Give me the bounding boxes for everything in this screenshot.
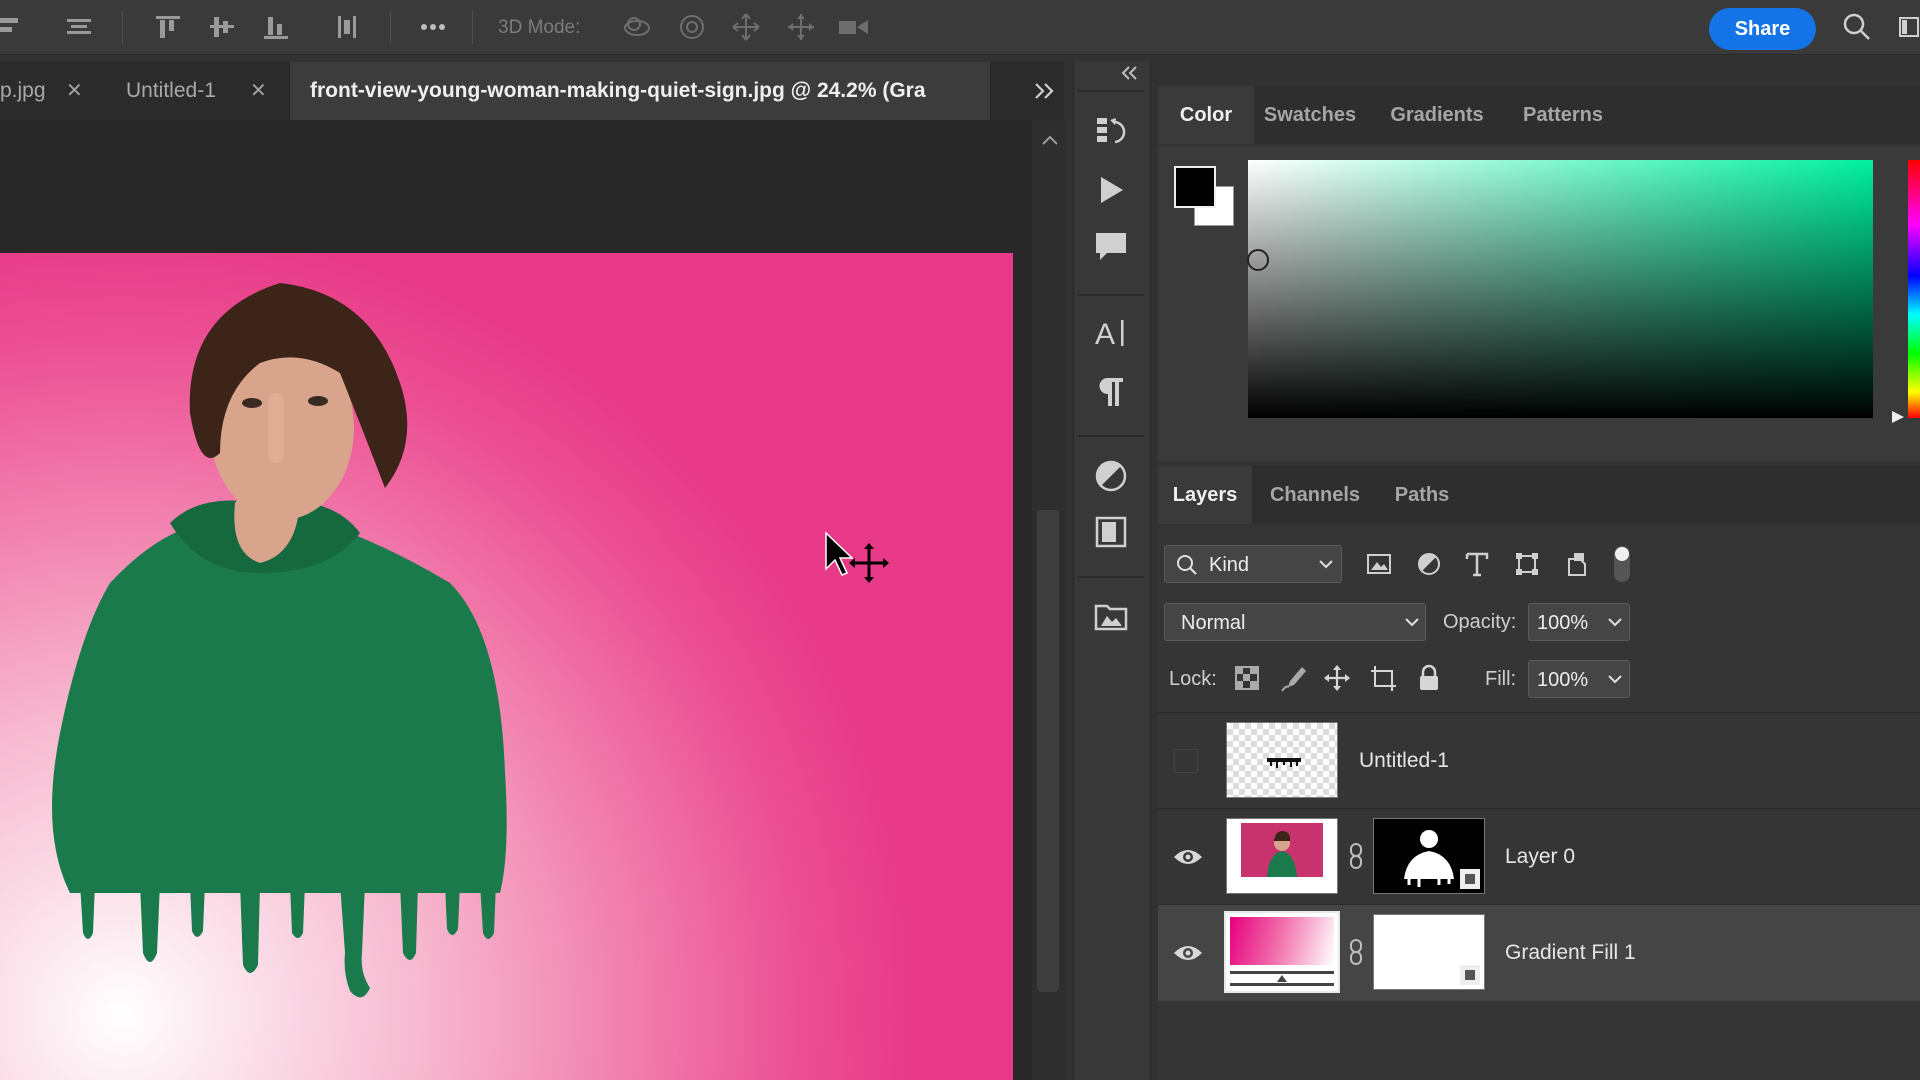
doc-tab-active[interactable]: front-view-young-woman-making-quiet-sign… (290, 62, 990, 120)
opacity-value: 100% (1537, 612, 1589, 634)
align-vertical-center-icon[interactable] (207, 12, 237, 42)
color-panel-tabs: Color Swatches Gradients Patterns (1158, 86, 1920, 144)
layer-name[interactable]: Gradient Fill 1 (1505, 941, 1636, 965)
eye-icon[interactable] (1173, 943, 1203, 963)
visibility-toggle-off[interactable] (1174, 749, 1198, 773)
layer-row-untitled-1[interactable]: Untitled-1 (1158, 712, 1920, 809)
more-icon[interactable] (418, 12, 448, 42)
roll-3d-icon[interactable] (677, 12, 707, 42)
foreground-color-swatch[interactable] (1174, 166, 1216, 208)
libraries-icon[interactable] (1093, 598, 1129, 634)
link-icon[interactable] (1348, 841, 1364, 871)
doc-tab-untitled-1[interactable]: Untitled-1 ✕ (108, 62, 288, 120)
chevron-down-icon (1404, 615, 1420, 629)
opacity-label: Opacity: (1443, 611, 1517, 633)
tab-paths[interactable]: Paths (1380, 466, 1464, 524)
blend-mode-value: Normal (1181, 612, 1246, 634)
layer-row-gradient-fill-1[interactable]: Gradient Fill 1 (1158, 904, 1920, 1001)
search-icon[interactable] (1842, 12, 1872, 42)
search-icon (1176, 554, 1198, 576)
layer-name[interactable]: Layer 0 (1505, 845, 1575, 869)
layers-panel-tabs: Layers Channels Paths (1158, 466, 1920, 524)
chevron-down-icon[interactable] (1607, 672, 1623, 686)
properties-icon[interactable] (1093, 514, 1129, 550)
tab-patterns[interactable]: Patterns (1508, 86, 1618, 144)
close-icon[interactable]: ✕ (66, 62, 83, 120)
lock-artboard-icon[interactable] (1368, 663, 1398, 693)
hue-slider-handle-icon[interactable] (1890, 409, 1906, 425)
actions-play-icon[interactable] (1093, 172, 1129, 208)
filter-shape-icon[interactable] (1512, 549, 1542, 579)
lock-image-pixels-icon[interactable] (1278, 663, 1308, 693)
more-tabs-icon[interactable] (1030, 76, 1060, 106)
orbit-3d-icon[interactable] (622, 12, 652, 42)
doc-tab-label: p.jpg (0, 79, 46, 102)
fill-value: 100% (1537, 669, 1589, 691)
lock-all-icon[interactable] (1414, 663, 1444, 693)
align-horizontal-center-icon[interactable] (64, 12, 94, 42)
blend-mode-select[interactable]: Normal (1164, 603, 1426, 641)
layer-mask-thumbnail[interactable] (1373, 818, 1485, 894)
collapse-panels-icon[interactable] (1119, 62, 1141, 84)
lock-transparent-pixels-icon[interactable] (1232, 663, 1262, 693)
move-cursor-icon (822, 531, 892, 591)
distribute-icon[interactable] (332, 12, 362, 42)
doc-tab-label: Untitled-1 (126, 79, 216, 102)
chevron-down-icon[interactable] (1607, 615, 1623, 629)
workspace-icon[interactable] (1898, 12, 1920, 42)
fill-label: Fill: (1485, 668, 1517, 690)
filter-type-icon[interactable] (1462, 549, 1492, 579)
tab-channels[interactable]: Channels (1258, 466, 1372, 524)
3d-mode-label: 3D Mode: (498, 17, 581, 38)
woman-image (52, 283, 507, 998)
color-picker-field[interactable] (1248, 160, 1873, 418)
panel-icon-strip (1073, 62, 1151, 1080)
align-bottom-icon[interactable] (261, 12, 291, 42)
layer-row-layer-0[interactable]: Layer 0 (1158, 808, 1920, 905)
layer-thumbnail[interactable] (1224, 911, 1340, 993)
link-icon[interactable] (1348, 937, 1364, 967)
comments-icon[interactable] (1093, 228, 1129, 264)
tab-swatches[interactable]: Swatches (1260, 86, 1360, 144)
lock-label: Lock: (1169, 668, 1217, 690)
close-icon[interactable]: ✕ (250, 62, 267, 120)
filter-toggle[interactable] (1614, 546, 1630, 582)
tab-layers[interactable]: Layers (1158, 466, 1252, 524)
doc-tab-label: front-view-young-woman-making-quiet-sign… (310, 79, 926, 102)
slide-3d-icon[interactable] (786, 12, 816, 42)
drag-3d-icon[interactable] (731, 12, 761, 42)
layer-thumbnail[interactable] (1226, 722, 1338, 798)
layer-thumbnail[interactable] (1226, 818, 1338, 894)
hue-slider[interactable] (1908, 160, 1920, 418)
eye-icon[interactable] (1173, 847, 1203, 867)
adjustments-icon[interactable] (1093, 458, 1129, 494)
chevron-down-icon (1318, 557, 1334, 571)
history-icon[interactable] (1093, 112, 1129, 148)
filter-smart-object-icon[interactable] (1562, 549, 1592, 579)
document-canvas[interactable] (0, 253, 1013, 1080)
svg-text:A: A (1095, 318, 1115, 350)
filter-kind-value: Kind (1209, 554, 1250, 576)
tab-color[interactable]: Color (1158, 86, 1254, 144)
scale-3d-icon[interactable] (838, 12, 868, 42)
lock-position-icon[interactable] (1322, 663, 1352, 693)
align-left-icon[interactable] (0, 12, 24, 42)
scroll-up-icon[interactable] (1040, 133, 1060, 147)
paragraph-icon[interactable] (1093, 374, 1129, 410)
layer-mask-thumbnail[interactable] (1373, 914, 1485, 990)
scrollbar-thumb[interactable] (1037, 510, 1059, 992)
layer-name[interactable]: Untitled-1 (1359, 749, 1449, 773)
tab-gradients[interactable]: Gradients (1382, 86, 1492, 144)
align-top-icon[interactable] (153, 12, 183, 42)
filter-adjustment-icon[interactable] (1414, 549, 1444, 579)
character-icon[interactable]: A (1093, 314, 1129, 350)
doc-tab-p-jpg[interactable]: p.jpg ✕ (0, 62, 108, 120)
options-bar: 3D Mode: Share (0, 0, 1920, 55)
share-button[interactable]: Share (1709, 8, 1816, 50)
color-picker-ring[interactable] (1247, 249, 1269, 271)
filter-pixel-icon[interactable] (1364, 549, 1394, 579)
document-tab-bar: p.jpg ✕ Untitled-1 ✕ front-view-young-wo… (0, 62, 1064, 120)
